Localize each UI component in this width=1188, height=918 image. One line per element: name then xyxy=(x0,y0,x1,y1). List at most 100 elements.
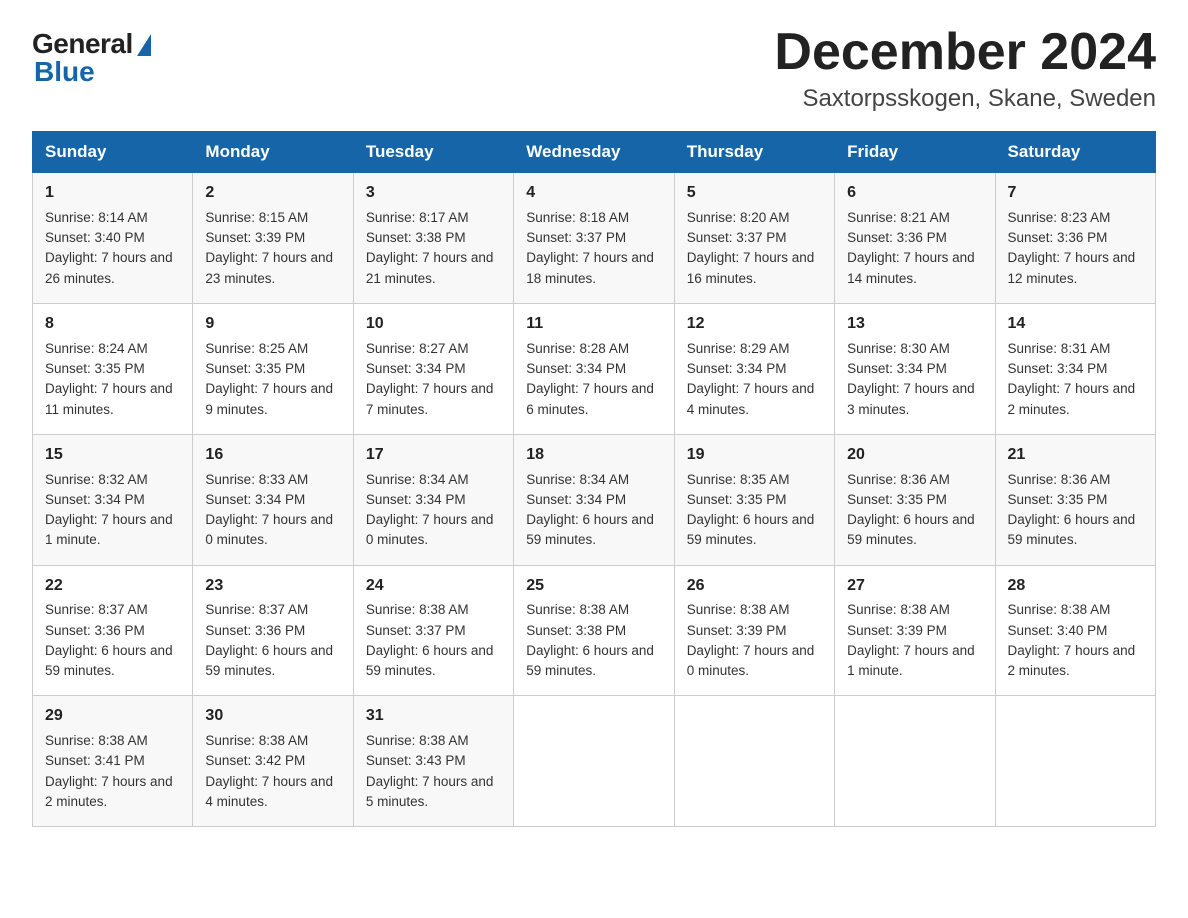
day-info: Sunrise: 8:36 AMSunset: 3:35 PMDaylight:… xyxy=(847,470,982,551)
day-number: 16 xyxy=(205,443,340,468)
day-info: Sunrise: 8:18 AMSunset: 3:37 PMDaylight:… xyxy=(526,208,661,289)
week-row-1: 1Sunrise: 8:14 AMSunset: 3:40 PMDaylight… xyxy=(33,173,1156,304)
day-cell: 27Sunrise: 8:38 AMSunset: 3:39 PMDayligh… xyxy=(835,565,995,696)
day-info: Sunrise: 8:30 AMSunset: 3:34 PMDaylight:… xyxy=(847,339,982,420)
day-cell: 10Sunrise: 8:27 AMSunset: 3:34 PMDayligh… xyxy=(353,303,513,434)
day-number: 4 xyxy=(526,181,661,206)
title-block: December 2024 Saxtorpsskogen, Skane, Swe… xyxy=(774,24,1156,113)
header-saturday: Saturday xyxy=(995,132,1155,173)
day-number: 9 xyxy=(205,312,340,337)
day-number: 22 xyxy=(45,574,180,599)
day-cell: 5Sunrise: 8:20 AMSunset: 3:37 PMDaylight… xyxy=(674,173,834,304)
day-number: 14 xyxy=(1008,312,1143,337)
day-number: 24 xyxy=(366,574,501,599)
day-number: 7 xyxy=(1008,181,1143,206)
day-info: Sunrise: 8:38 AMSunset: 3:39 PMDaylight:… xyxy=(847,600,982,681)
day-info: Sunrise: 8:34 AMSunset: 3:34 PMDaylight:… xyxy=(366,470,501,551)
day-cell: 14Sunrise: 8:31 AMSunset: 3:34 PMDayligh… xyxy=(995,303,1155,434)
week-row-2: 8Sunrise: 8:24 AMSunset: 3:35 PMDaylight… xyxy=(33,303,1156,434)
day-number: 21 xyxy=(1008,443,1143,468)
day-number: 29 xyxy=(45,704,180,729)
day-number: 28 xyxy=(1008,574,1143,599)
day-number: 11 xyxy=(526,312,661,337)
day-info: Sunrise: 8:29 AMSunset: 3:34 PMDaylight:… xyxy=(687,339,822,420)
day-number: 20 xyxy=(847,443,982,468)
day-cell: 16Sunrise: 8:33 AMSunset: 3:34 PMDayligh… xyxy=(193,434,353,565)
day-info: Sunrise: 8:38 AMSunset: 3:42 PMDaylight:… xyxy=(205,731,340,812)
day-info: Sunrise: 8:20 AMSunset: 3:37 PMDaylight:… xyxy=(687,208,822,289)
page-title: December 2024 xyxy=(774,24,1156,81)
day-number: 19 xyxy=(687,443,822,468)
day-cell: 6Sunrise: 8:21 AMSunset: 3:36 PMDaylight… xyxy=(835,173,995,304)
day-cell: 19Sunrise: 8:35 AMSunset: 3:35 PMDayligh… xyxy=(674,434,834,565)
day-info: Sunrise: 8:14 AMSunset: 3:40 PMDaylight:… xyxy=(45,208,180,289)
day-info: Sunrise: 8:35 AMSunset: 3:35 PMDaylight:… xyxy=(687,470,822,551)
day-cell: 13Sunrise: 8:30 AMSunset: 3:34 PMDayligh… xyxy=(835,303,995,434)
day-info: Sunrise: 8:25 AMSunset: 3:35 PMDaylight:… xyxy=(205,339,340,420)
day-number: 18 xyxy=(526,443,661,468)
day-cell: 25Sunrise: 8:38 AMSunset: 3:38 PMDayligh… xyxy=(514,565,674,696)
day-info: Sunrise: 8:32 AMSunset: 3:34 PMDaylight:… xyxy=(45,470,180,551)
day-number: 6 xyxy=(847,181,982,206)
day-info: Sunrise: 8:21 AMSunset: 3:36 PMDaylight:… xyxy=(847,208,982,289)
day-number: 10 xyxy=(366,312,501,337)
header-tuesday: Tuesday xyxy=(353,132,513,173)
day-number: 2 xyxy=(205,181,340,206)
day-info: Sunrise: 8:37 AMSunset: 3:36 PMDaylight:… xyxy=(205,600,340,681)
day-number: 5 xyxy=(687,181,822,206)
day-cell: 28Sunrise: 8:38 AMSunset: 3:40 PMDayligh… xyxy=(995,565,1155,696)
day-cell: 31Sunrise: 8:38 AMSunset: 3:43 PMDayligh… xyxy=(353,696,513,827)
day-cell: 29Sunrise: 8:38 AMSunset: 3:41 PMDayligh… xyxy=(33,696,193,827)
page-subtitle: Saxtorpsskogen, Skane, Sweden xyxy=(774,85,1156,113)
day-number: 25 xyxy=(526,574,661,599)
day-info: Sunrise: 8:36 AMSunset: 3:35 PMDaylight:… xyxy=(1008,470,1143,551)
day-cell: 30Sunrise: 8:38 AMSunset: 3:42 PMDayligh… xyxy=(193,696,353,827)
header-friday: Friday xyxy=(835,132,995,173)
day-number: 15 xyxy=(45,443,180,468)
logo: General Blue xyxy=(32,28,151,88)
day-cell xyxy=(995,696,1155,827)
day-number: 17 xyxy=(366,443,501,468)
day-cell: 2Sunrise: 8:15 AMSunset: 3:39 PMDaylight… xyxy=(193,173,353,304)
day-info: Sunrise: 8:34 AMSunset: 3:34 PMDaylight:… xyxy=(526,470,661,551)
header-sunday: Sunday xyxy=(33,132,193,173)
day-cell xyxy=(835,696,995,827)
day-info: Sunrise: 8:38 AMSunset: 3:37 PMDaylight:… xyxy=(366,600,501,681)
header-wednesday: Wednesday xyxy=(514,132,674,173)
day-number: 26 xyxy=(687,574,822,599)
day-info: Sunrise: 8:37 AMSunset: 3:36 PMDaylight:… xyxy=(45,600,180,681)
day-info: Sunrise: 8:17 AMSunset: 3:38 PMDaylight:… xyxy=(366,208,501,289)
day-cell: 8Sunrise: 8:24 AMSunset: 3:35 PMDaylight… xyxy=(33,303,193,434)
day-cell: 18Sunrise: 8:34 AMSunset: 3:34 PMDayligh… xyxy=(514,434,674,565)
day-cell: 7Sunrise: 8:23 AMSunset: 3:36 PMDaylight… xyxy=(995,173,1155,304)
day-number: 30 xyxy=(205,704,340,729)
calendar-header-row: SundayMondayTuesdayWednesdayThursdayFrid… xyxy=(33,132,1156,173)
day-info: Sunrise: 8:28 AMSunset: 3:34 PMDaylight:… xyxy=(526,339,661,420)
calendar-table: SundayMondayTuesdayWednesdayThursdayFrid… xyxy=(32,131,1156,827)
day-info: Sunrise: 8:23 AMSunset: 3:36 PMDaylight:… xyxy=(1008,208,1143,289)
day-cell: 11Sunrise: 8:28 AMSunset: 3:34 PMDayligh… xyxy=(514,303,674,434)
day-number: 13 xyxy=(847,312,982,337)
day-cell: 22Sunrise: 8:37 AMSunset: 3:36 PMDayligh… xyxy=(33,565,193,696)
day-info: Sunrise: 8:38 AMSunset: 3:38 PMDaylight:… xyxy=(526,600,661,681)
day-info: Sunrise: 8:38 AMSunset: 3:41 PMDaylight:… xyxy=(45,731,180,812)
day-number: 1 xyxy=(45,181,180,206)
day-number: 31 xyxy=(366,704,501,729)
day-cell: 1Sunrise: 8:14 AMSunset: 3:40 PMDaylight… xyxy=(33,173,193,304)
page-header: General Blue December 2024 Saxtorpsskoge… xyxy=(32,24,1156,113)
day-cell: 4Sunrise: 8:18 AMSunset: 3:37 PMDaylight… xyxy=(514,173,674,304)
day-info: Sunrise: 8:24 AMSunset: 3:35 PMDaylight:… xyxy=(45,339,180,420)
header-monday: Monday xyxy=(193,132,353,173)
day-info: Sunrise: 8:38 AMSunset: 3:43 PMDaylight:… xyxy=(366,731,501,812)
day-cell: 26Sunrise: 8:38 AMSunset: 3:39 PMDayligh… xyxy=(674,565,834,696)
day-info: Sunrise: 8:38 AMSunset: 3:39 PMDaylight:… xyxy=(687,600,822,681)
day-cell xyxy=(674,696,834,827)
day-number: 12 xyxy=(687,312,822,337)
day-cell: 24Sunrise: 8:38 AMSunset: 3:37 PMDayligh… xyxy=(353,565,513,696)
day-info: Sunrise: 8:38 AMSunset: 3:40 PMDaylight:… xyxy=(1008,600,1143,681)
week-row-4: 22Sunrise: 8:37 AMSunset: 3:36 PMDayligh… xyxy=(33,565,1156,696)
day-cell: 15Sunrise: 8:32 AMSunset: 3:34 PMDayligh… xyxy=(33,434,193,565)
week-row-5: 29Sunrise: 8:38 AMSunset: 3:41 PMDayligh… xyxy=(33,696,1156,827)
day-info: Sunrise: 8:27 AMSunset: 3:34 PMDaylight:… xyxy=(366,339,501,420)
day-cell: 3Sunrise: 8:17 AMSunset: 3:38 PMDaylight… xyxy=(353,173,513,304)
